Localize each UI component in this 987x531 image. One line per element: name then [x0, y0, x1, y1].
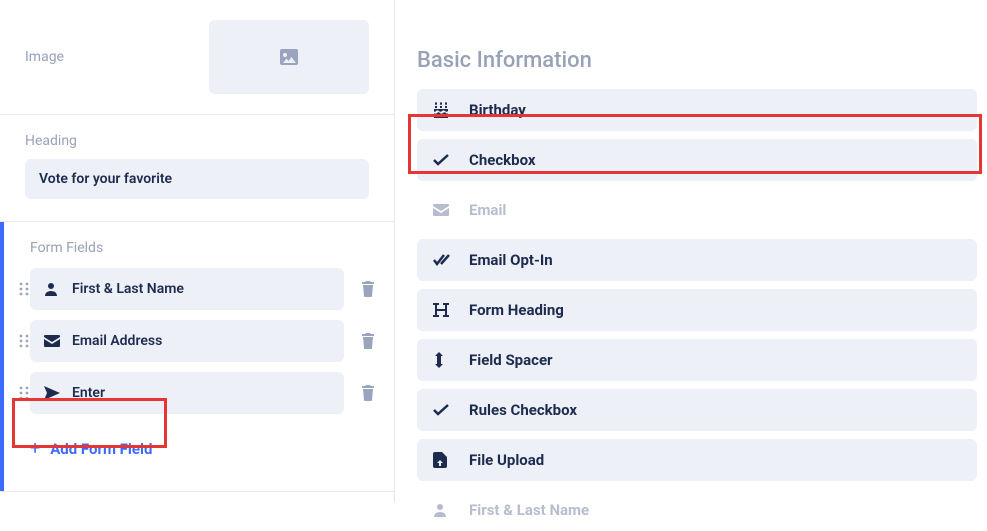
type-field-spacer[interactable]: Field Spacer — [417, 339, 977, 381]
field-type-list: Birthday Checkbox Email Email Opt-In For — [417, 89, 977, 531]
field-label: First & Last Name — [72, 281, 184, 297]
type-label: Field Spacer — [469, 351, 553, 369]
form-fields-label: Form Fields — [30, 240, 384, 256]
image-icon — [280, 49, 298, 65]
heading-input[interactable] — [25, 159, 369, 199]
image-placeholder[interactable] — [209, 20, 369, 94]
delete-button[interactable] — [352, 333, 384, 349]
spacer-icon — [433, 352, 461, 368]
heading-label: Heading — [25, 133, 369, 149]
send-icon — [44, 386, 66, 400]
type-birthday[interactable]: Birthday — [417, 89, 977, 131]
field-email[interactable]: Email Address — [30, 320, 344, 362]
type-label: Form Heading — [469, 301, 564, 319]
field-row: Email Address — [0, 320, 384, 362]
envelope-icon — [44, 335, 66, 347]
drag-handle-icon[interactable] — [0, 386, 30, 400]
drag-handle-icon[interactable] — [0, 282, 30, 296]
image-label: Image — [25, 49, 64, 65]
heading-icon — [433, 303, 461, 317]
field-name[interactable]: First & Last Name — [30, 268, 344, 310]
field-label: Enter — [72, 385, 105, 401]
plus-icon: + — [30, 438, 40, 459]
drag-handle-icon[interactable] — [0, 334, 30, 348]
image-section: Image — [0, 0, 394, 115]
type-label: Rules Checkbox — [469, 401, 577, 419]
right-panel: Basic Information Birthday Checkbox Emai… — [395, 0, 987, 503]
form-fields-section: Form Fields First & Last Name — [0, 222, 394, 492]
doublecheck-icon — [433, 254, 461, 266]
user-icon — [44, 282, 66, 296]
type-first-last-name: First & Last Name — [417, 489, 977, 531]
heading-section: Heading — [0, 115, 394, 222]
field-label: Email Address — [72, 333, 162, 349]
check-icon — [433, 404, 461, 416]
type-rules-checkbox[interactable]: Rules Checkbox — [417, 389, 977, 431]
add-form-field-button[interactable]: + Add Form Field — [16, 424, 374, 473]
type-email: Email — [417, 189, 977, 231]
type-email-optin[interactable]: Email Opt-In — [417, 239, 977, 281]
add-form-field-label: Add Form Field — [50, 440, 152, 458]
type-label: Birthday — [469, 101, 526, 119]
type-file-upload[interactable]: File Upload — [417, 439, 977, 481]
field-row: First & Last Name — [0, 268, 384, 310]
check-icon — [433, 154, 461, 166]
left-panel: Image Heading Form Fields First & Last N… — [0, 0, 395, 503]
cake-icon — [433, 102, 461, 118]
type-form-heading[interactable]: Form Heading — [417, 289, 977, 331]
type-label: Checkbox — [469, 151, 536, 169]
type-label: File Upload — [469, 451, 544, 469]
user-icon — [433, 503, 461, 517]
basic-information-title: Basic Information — [417, 48, 977, 73]
delete-button[interactable] — [352, 385, 384, 401]
delete-button[interactable] — [352, 281, 384, 297]
field-row: Enter — [0, 372, 384, 414]
type-label: Email — [469, 201, 506, 219]
field-enter[interactable]: Enter — [30, 372, 344, 414]
envelope-icon — [433, 204, 461, 216]
type-checkbox[interactable]: Checkbox — [417, 139, 977, 181]
section-accent — [0, 222, 4, 491]
type-label: First & Last Name — [469, 501, 589, 519]
type-label: Email Opt-In — [469, 251, 553, 269]
file-icon — [433, 452, 461, 468]
